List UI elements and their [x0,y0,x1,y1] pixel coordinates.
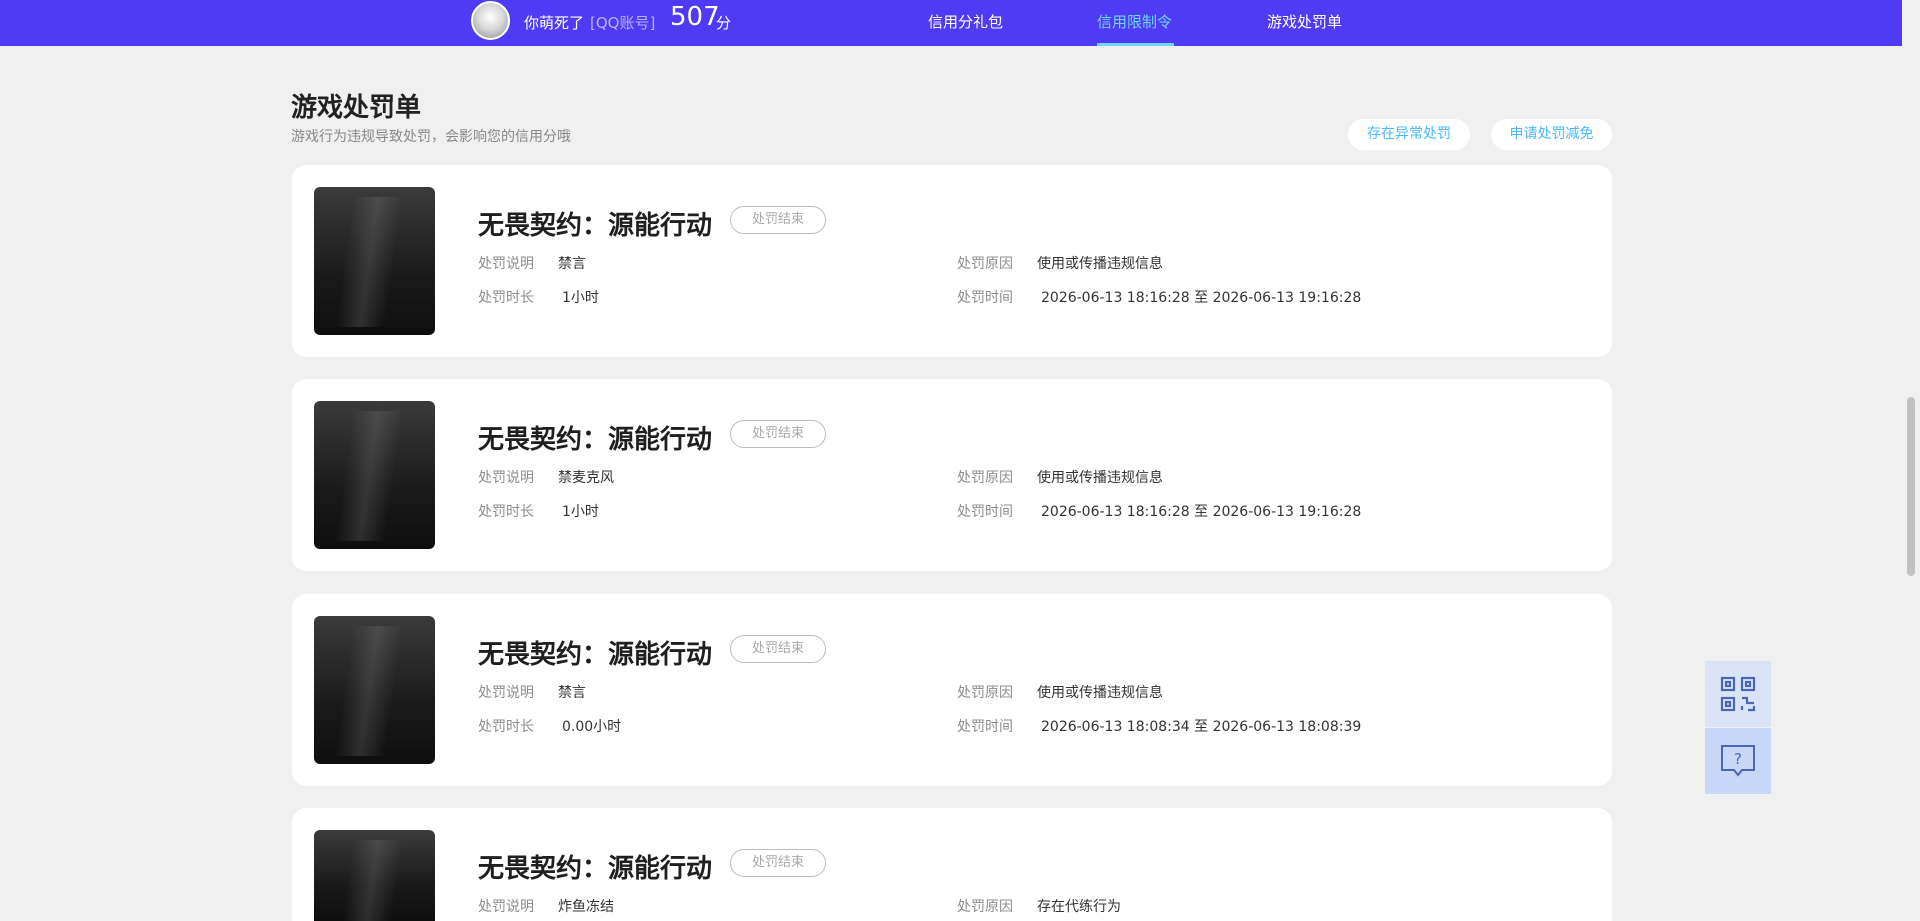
vertical-scrollbar[interactable] [1902,0,1920,921]
desc-value: 禁麦克风 [558,470,614,486]
page-subtitle: 游戏行为违规导致处罚，会影响您的信用分哦 [291,129,571,145]
game-name: 无畏契约：源能行动 [478,640,713,670]
duration-label: 处罚时长 [478,719,534,735]
account-type: [QQ账号] [590,14,656,32]
nav-credit-restriction[interactable]: 信用限制令 [1097,11,1172,32]
penalty-card: 无畏契约：源能行动 处罚结束 处罚说明 禁言 处罚时长 0.00小时 处罚原因 … [292,594,1612,786]
credit-score-unit: 分 [716,14,732,32]
desc-label: 处罚说明 [478,685,534,701]
duration-value: 0.00小时 [562,719,622,735]
page-title: 游戏处罚单 [291,93,422,123]
time-label: 处罚时间 [957,504,1013,520]
reason-value: 存在代练行为 [1037,899,1121,915]
status-badge: 处罚结束 [730,206,826,234]
reason-label: 处罚原因 [957,256,1013,272]
time-value: 2026-06-13 18:16:28 至 2026-06-13 19:16:2… [1041,290,1362,306]
time-value: 2026-06-13 18:08:34 至 2026-06-13 18:08:3… [1041,719,1362,735]
desc-label: 处罚说明 [478,899,534,915]
active-tab-underline [1097,43,1174,46]
desc-value: 炸鱼冻结 [558,899,614,915]
desc-value: 禁言 [558,256,586,272]
qrcode-icon [1720,676,1756,712]
game-name: 无畏契约：源能行动 [478,425,713,455]
svg-text:?: ? [1734,750,1742,768]
nav-game-penalty[interactable]: 游戏处罚单 [1267,11,1342,32]
reason-value: 使用或传播违规信息 [1037,470,1163,486]
penalty-card: 无畏契约：源能行动 处罚结束 处罚说明 炸鱼冻结 处罚原因 存在代练行为 [292,808,1612,921]
penalty-card: 无畏契约：源能行动 处罚结束 处罚说明 禁言 处罚时长 1小时 处罚原因 使用或… [292,165,1612,357]
abnormal-penalty-button[interactable]: 存在异常处罚 [1348,119,1470,150]
reason-value: 使用或传播违规信息 [1037,685,1163,701]
duration-label: 处罚时长 [478,290,534,306]
nickname: 你萌死了 [524,14,585,32]
status-badge: 处罚结束 [730,849,826,877]
status-badge: 处罚结束 [730,420,826,448]
game-cover-image [314,616,435,764]
reason-value: 使用或传播违规信息 [1037,256,1163,272]
scrollbar-thumb[interactable] [1907,397,1915,576]
game-cover-image [314,830,435,921]
time-label: 处罚时间 [957,719,1013,735]
desc-value: 禁言 [558,685,586,701]
credit-score: 507 [670,2,720,32]
desc-label: 处罚说明 [478,256,534,272]
help-chat-icon: ? [1721,745,1755,777]
reason-label: 处罚原因 [957,899,1013,915]
game-cover-image [314,187,435,335]
reason-label: 处罚原因 [957,685,1013,701]
duration-label: 处罚时长 [478,504,534,520]
duration-value: 1小时 [562,504,599,520]
time-label: 处罚时间 [957,290,1013,306]
apply-reduction-button[interactable]: 申请处罚减免 [1491,119,1612,150]
game-name: 无畏契约：源能行动 [478,211,713,241]
game-cover-image [314,401,435,549]
avatar[interactable] [471,1,510,40]
time-value: 2026-06-13 18:16:28 至 2026-06-13 19:16:2… [1041,504,1362,520]
top-nav-bar: 你萌死了 [QQ账号] 507 分 信用分礼包 信用限制令 游戏处罚单 [0,0,1902,46]
nav-credit-gift[interactable]: 信用分礼包 [928,11,1003,32]
desc-label: 处罚说明 [478,470,534,486]
qrcode-button[interactable] [1705,661,1771,727]
help-button[interactable]: ? [1705,728,1771,794]
penalty-card: 无畏契约：源能行动 处罚结束 处罚说明 禁麦克风 处罚时长 1小时 处罚原因 使… [292,379,1612,571]
reason-label: 处罚原因 [957,470,1013,486]
duration-value: 1小时 [562,290,599,306]
status-badge: 处罚结束 [730,635,826,663]
game-name: 无畏契约：源能行动 [478,854,713,884]
